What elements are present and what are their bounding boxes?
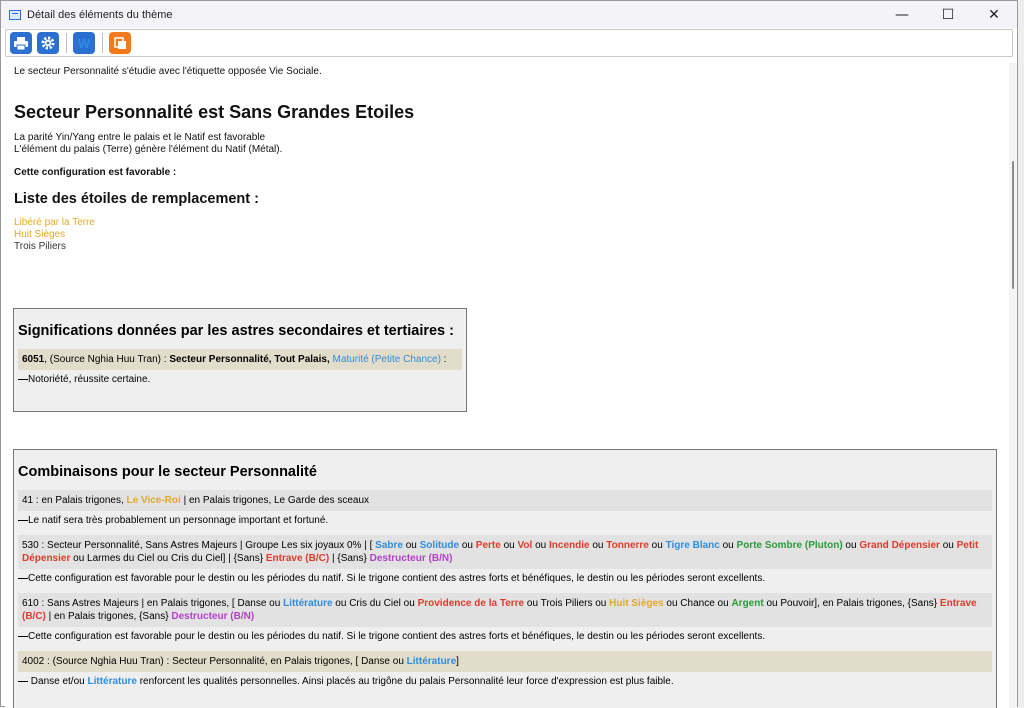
significations-title: Significations données par les astres se… [18,323,454,339]
combination-text: ou [648,540,666,551]
scrollbar-thumb[interactable] [1012,161,1014,289]
star-name: Littérature [87,676,137,687]
star-name: Solitude [419,540,460,551]
word-icon: W [77,35,91,51]
combination-text: 41 : en Palais trigones, [22,495,127,506]
signification-desc: Notoriété, réussite certaine. [18,370,462,394]
maximize-button[interactable]: ☐ [925,1,971,28]
star-name: Littérature [406,656,457,667]
entry-colon: : [440,354,447,365]
word-export-button[interactable]: W [73,32,95,54]
copy-button[interactable] [109,32,131,54]
star-name: Tigre Blanc [665,540,720,551]
window-title: Détail des éléments du thème [27,8,173,21]
combination-header: 610 : Sans Astres Majeurs | en Palais tr… [18,593,992,627]
toolbar-separator [66,33,67,53]
combination-text: | en Palais trigones, Le Garde des sceau… [180,495,370,506]
content-pane[interactable]: Le secteur Personnalité s'étudie avec l'… [5,63,1009,708]
signification-header: 6051, (Source Nghia Huu Tran) : Secteur … [18,349,462,370]
combination-text: 4002 : (Source Nghia Huu Tran) : Secteur… [22,656,407,667]
combination-text: ou [459,540,476,551]
combination-text: ou Cris du Ciel ou [332,598,418,609]
star-name: Destructeur (B/N) [171,611,255,622]
star-name: Vol [517,540,533,551]
close-button[interactable]: ✕ [971,1,1017,28]
title-bar[interactable]: Détail des éléments du thème — ☐ ✕ [1,1,1017,28]
section-title: Secteur Personnalité est Sans Grandes Et… [14,102,415,122]
significations-box: Significations données par les astres se… [13,308,467,412]
toolbar-separator [102,33,103,53]
combination-text: ou [532,540,549,551]
entry-source: , (Source Nghia Huu Tran) : [44,354,170,365]
element-text: L'élément du palais (Terre) génère l'élé… [14,144,283,155]
replacement-title: Liste des étoiles de remplacement : [14,191,259,207]
combination-text: ou Chance ou [663,598,732,609]
minimize-button[interactable]: — [879,1,925,28]
background-edge [1018,0,1024,707]
star-name: Porte Sombre (Pluton) [736,540,843,551]
combination-text: 610 : Sans Astres Majeurs | en Palais tr… [22,598,284,609]
star-name: Huit Sièges [609,598,664,609]
star-name: Le Vice-Roi [126,495,181,506]
combination-desc: Cette configuration est favorable pour l… [18,569,992,593]
gear-icon [41,36,55,50]
entry-star: Maturité (Petite Chance) [332,354,441,365]
combination-text: ou [719,540,737,551]
combination-text: | {Sans} [329,553,370,564]
vertical-scrollbar[interactable] [1009,63,1017,708]
star-name: Argent [731,598,764,609]
combinaisons-title: Combinaisons pour le secteur Personnalit… [18,464,317,480]
combinaisons-box: Combinaisons pour le secteur Personnalit… [13,449,997,708]
desc-text: renforcent les qualités personnelles. Ai… [136,676,674,687]
entry-id: 6051 [22,354,45,365]
combination-text: | en Palais trigones, {Sans} [45,611,172,622]
combination-text: ou [500,540,518,551]
desc-text: Danse et/ou [30,676,88,687]
combination-text: ou [589,540,607,551]
combination-desc: Danse et/ou Littérature renforcent les q… [18,672,992,696]
star-name: Perte [475,540,501,551]
combination-text: ou Pouvoir], en Palais trigones, {Sans} [763,598,940,609]
theme-detail-window: Détail des éléments du thème — ☐ ✕ W Le … [0,0,1018,708]
combination-text: ] [456,656,459,667]
combination-header: 41 : en Palais trigones, Le Vice-Roi | e… [18,490,992,511]
print-icon [14,36,28,50]
star-name: Grand Dépensier [859,540,940,551]
combination-desc: Cette configuration est favorable pour l… [18,627,992,651]
star-name: Incendie [549,540,590,551]
star-name: Destructeur (B/N) [369,553,453,564]
replacement-star: Trois Piliers [14,241,66,252]
star-name: Providence de la Terre [417,598,525,609]
toolbar: W [5,29,1013,57]
combination-text: ou Trois Piliers ou [524,598,610,609]
combination-header: 4002 : (Source Nghia Huu Tran) : Secteur… [18,651,992,672]
combination-desc: Le natif sera très probablement un perso… [18,511,992,535]
entry-sector: Secteur Personnalité, Tout Palais, [169,354,333,365]
star-name: Littérature [283,598,333,609]
star-name: Sabre [375,540,403,551]
app-icon [9,9,21,20]
combination-text: 530 : Secteur Personnalité, Sans Astres … [22,540,376,551]
parity-text: La parité Yin/Yang entre le palais et le… [14,132,266,143]
combination-text: ou [842,540,860,551]
combination-text: ou [939,540,957,551]
copy-icon [113,36,126,49]
combination-text: ou Larmes du Ciel ou Cris du Ciel] | {Sa… [70,553,266,564]
intro-text: Le secteur Personnalité s'étudie avec l'… [14,66,322,77]
combination-header: 530 : Secteur Personnalité, Sans Astres … [18,535,992,569]
replacement-star: Libéré par la Terre [14,217,95,228]
replacement-star: Huit Sièges [14,229,66,240]
combination-text: ou [402,540,420,551]
print-button[interactable] [10,32,32,54]
star-name: Entrave (B/C) [265,553,330,564]
config-text: Cette configuration est favorable : [14,167,177,178]
settings-button[interactable] [37,32,59,54]
star-name: Tonnerre [606,540,649,551]
